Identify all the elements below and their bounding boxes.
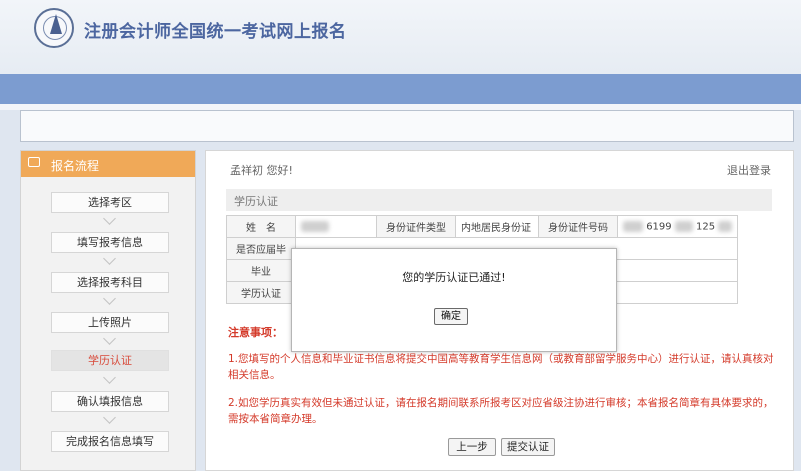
id-number-label: 身份证件号码 [538, 215, 618, 238]
step-upload-photo[interactable]: 上传照片 [51, 312, 169, 333]
notice-box [20, 110, 794, 142]
note-1: 1.您填写的个人信息和毕业证书信息将提交中国高等教育学生信息网（或教育部留学服务… [228, 353, 774, 381]
id-type-label: 身份证件类型 [376, 215, 456, 238]
id-type-value: 内地居民身份证 [455, 215, 539, 238]
chevron-down-icon [103, 371, 116, 384]
site-title: 注册会计师全国统一考试网上报名 [84, 22, 347, 42]
section-title: 学历认证 [234, 195, 278, 208]
chevron-down-icon [103, 212, 116, 225]
site-header: 注册会计师全国统一考试网上报名 [0, 0, 801, 74]
ok-button[interactable]: 确定 [434, 308, 468, 325]
chevron-down-icon [103, 292, 116, 305]
chevron-down-icon [103, 411, 116, 424]
alert-message: 您的学历认证已通过! [402, 271, 506, 284]
step-education-verify[interactable]: 学历认证 [51, 350, 169, 371]
monitor-icon [28, 157, 40, 167]
note-2: 2.如您学历真实有效但未通过认证，请在报名期间联系所报考区对应省级注协进行审核；… [228, 397, 774, 425]
verification-label: 学历认证 [226, 281, 296, 304]
sidebar-header: 报名流程 [21, 151, 195, 177]
prev-button[interactable]: 上一步 [448, 438, 496, 456]
chevron-down-icon [103, 252, 116, 265]
sidebar-title: 报名流程 [51, 159, 100, 173]
graduate-label: 是否应届毕 [226, 237, 296, 260]
step-confirm-info[interactable]: 确认填报信息 [51, 391, 169, 412]
notes-title: 注意事项： [228, 326, 283, 339]
greeting: 孟祥初 您好! [230, 164, 293, 177]
name-label: 姓 名 [226, 215, 296, 238]
step-fill-info[interactable]: 填写报考信息 [51, 232, 169, 253]
graduation-label: 毕业 [226, 259, 296, 282]
id-number-value: 6199 125 [616, 215, 739, 238]
chevron-down-icon [103, 332, 116, 345]
step-select-region[interactable]: 选择考区 [51, 192, 169, 213]
id-number-part-a: 6199 [646, 221, 672, 233]
step-select-subjects[interactable]: 选择报考科目 [51, 272, 169, 293]
submit-button[interactable]: 提交认证 [501, 438, 555, 456]
id-number-part-b: 125 [696, 221, 716, 233]
table-row: 姓 名 身份证件类型 内地居民身份证 身份证件号码 6199 125 [226, 215, 739, 238]
name-value [295, 215, 377, 238]
logout-link[interactable]: 退出登录 [727, 162, 771, 178]
process-sidebar: 报名流程 选择考区 填写报考信息 选择报考科目 上传照片 学历认证 确认填报信息… [20, 150, 196, 471]
section-header: 学历认证 [226, 189, 772, 211]
nav-bar [0, 74, 801, 104]
step-complete[interactable]: 完成报名信息填写 [51, 431, 169, 452]
alert-dialog: 您的学历认证已通过! 确定 [291, 248, 617, 352]
cicpa-logo [34, 8, 74, 48]
